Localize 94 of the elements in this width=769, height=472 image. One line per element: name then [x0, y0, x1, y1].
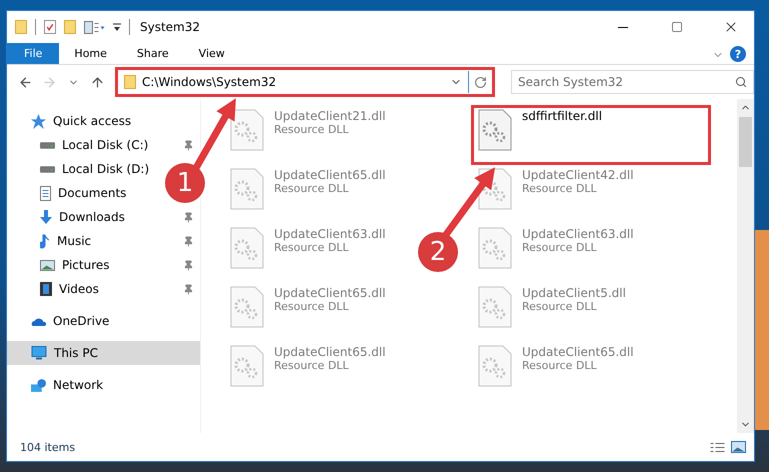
thumbnail-view-icon[interactable]: [731, 441, 746, 453]
nav-item[interactable]: Network: [7, 373, 110, 397]
file-type: Resource DLL: [522, 182, 598, 195]
forward-icon: [42, 74, 56, 90]
file-item[interactable]: UpdateClient63.dll Resource DLL: [471, 223, 641, 283]
drive-icon: [40, 142, 55, 148]
file-item[interactable]: UpdateClient63.dll Resource DLL: [223, 223, 393, 283]
search-box[interactable]: Search System32: [511, 70, 754, 94]
pin-icon: [183, 284, 194, 294]
details-view-icon[interactable]: [710, 442, 725, 452]
file-name[interactable]: UpdateClient65.dll: [274, 286, 386, 300]
help-button[interactable]: ?: [730, 46, 746, 62]
file-name[interactable]: UpdateClient21.dll: [274, 109, 386, 123]
up-icon: [90, 74, 104, 90]
file-name[interactable]: UpdateClient65.dll: [522, 345, 634, 359]
ribbon-tab[interactable]: Share: [122, 43, 184, 64]
file-type: Resource DLL: [522, 359, 598, 372]
ribbon-tab[interactable]: View: [184, 43, 240, 64]
nav-item[interactable]: Local Disk (C:): [7, 133, 200, 157]
file-name[interactable]: UpdateClient63.dll: [522, 227, 634, 241]
file-type: Resource DLL: [274, 359, 350, 372]
cloud-icon: [31, 316, 46, 326]
file-item[interactable]: UpdateClient21.dll Resource DLL: [223, 105, 393, 165]
picture-icon: [40, 260, 55, 270]
file-type: Resource DLL: [274, 300, 350, 313]
nav-item[interactable]: Local Disk (D:): [7, 157, 156, 181]
monitor-icon: [31, 346, 47, 360]
file-item[interactable]: UpdateClient5.dll Resource DLL: [471, 282, 633, 342]
nav-item[interactable]: OneDrive: [7, 309, 116, 333]
file-item[interactable]: sdffirtfilter.dll: [471, 105, 711, 165]
file-type: Resource DLL: [522, 300, 598, 313]
pin-icon: [183, 140, 194, 150]
refresh-icon: [474, 76, 487, 88]
file-item[interactable]: UpdateClient65.dll Resource DLL: [223, 164, 393, 224]
settings-file-icon: [230, 286, 264, 328]
file-item[interactable]: UpdateClient42.dll Resource DLL: [471, 164, 641, 224]
annotation-arrow: [442, 167, 496, 238]
star-icon: [31, 114, 46, 128]
settings-file-icon: [478, 227, 512, 269]
search-icon: [735, 76, 747, 88]
folder-icon: [15, 20, 27, 34]
item-count: 104 items: [20, 440, 76, 454]
file-type: Resource DLL: [522, 241, 598, 254]
settings-file-icon: [230, 345, 264, 387]
nav-item[interactable]: Pictures: [7, 253, 200, 277]
ribbon-tab[interactable]: Home: [59, 43, 122, 64]
annotation-arrow: [192, 98, 236, 170]
settings-file-icon: [230, 168, 264, 210]
nav-item[interactable]: This PC: [7, 341, 200, 365]
file-name[interactable]: UpdateClient63.dll: [274, 227, 386, 241]
maximize-icon: [671, 21, 683, 33]
file-type: Resource DLL: [274, 241, 350, 254]
nav-item[interactable]: Quick access: [7, 109, 138, 133]
file-name[interactable]: UpdateClient42.dll: [522, 168, 634, 182]
file-name[interactable]: UpdateClient5.dll: [522, 286, 626, 300]
scrollbar[interactable]: [737, 99, 754, 433]
file-type: Resource DLL: [274, 123, 350, 136]
nav-item[interactable]: Downloads: [7, 205, 200, 229]
nav-item[interactable]: Documents: [7, 181, 132, 205]
file-name[interactable]: UpdateClient65.dll: [274, 168, 386, 182]
file-type: Resource DLL: [274, 182, 350, 195]
settings-file-icon: [478, 109, 512, 151]
settings-file-icon: [478, 286, 512, 328]
nav-item[interactable]: Music: [7, 229, 200, 253]
file-name[interactable]: sdffirtfilter.dll: [522, 109, 602, 123]
settings-file-icon: [478, 345, 512, 387]
document-icon: [40, 186, 51, 200]
view-options-icon[interactable]: [84, 20, 105, 34]
drive-icon: [40, 166, 55, 172]
settings-file-icon: [230, 227, 264, 269]
folder-icon: [64, 20, 76, 34]
scrollbar-thumb[interactable]: [739, 117, 752, 167]
minimize-icon: [618, 26, 628, 28]
file-name[interactable]: UpdateClient65.dll: [274, 345, 386, 359]
window-title: System32: [140, 20, 200, 34]
back-icon: [18, 74, 32, 90]
file-item[interactable]: UpdateClient65.dll Resource DLL: [223, 341, 393, 401]
properties-icon[interactable]: [44, 20, 56, 34]
address-bar[interactable]: C:\Windows\System32: [115, 67, 495, 97]
pin-icon: [183, 260, 194, 270]
pin-icon: [183, 236, 194, 246]
file-menu-button[interactable]: File: [7, 43, 60, 64]
music-note-icon: [40, 234, 50, 248]
file-item[interactable]: UpdateClient65.dll Resource DLL: [471, 341, 641, 401]
file-item[interactable]: UpdateClient65.dll Resource DLL: [223, 282, 393, 342]
settings-file-icon: [478, 168, 512, 210]
network-icon: [31, 378, 46, 392]
folder-icon: [124, 75, 136, 89]
nav-item[interactable]: Videos: [7, 277, 200, 301]
settings-file-icon: [230, 109, 264, 151]
down-arrow-icon: [40, 210, 52, 224]
pin-icon: [183, 212, 194, 222]
dropdown-icon[interactable]: [113, 22, 121, 32]
film-icon: [40, 282, 52, 296]
